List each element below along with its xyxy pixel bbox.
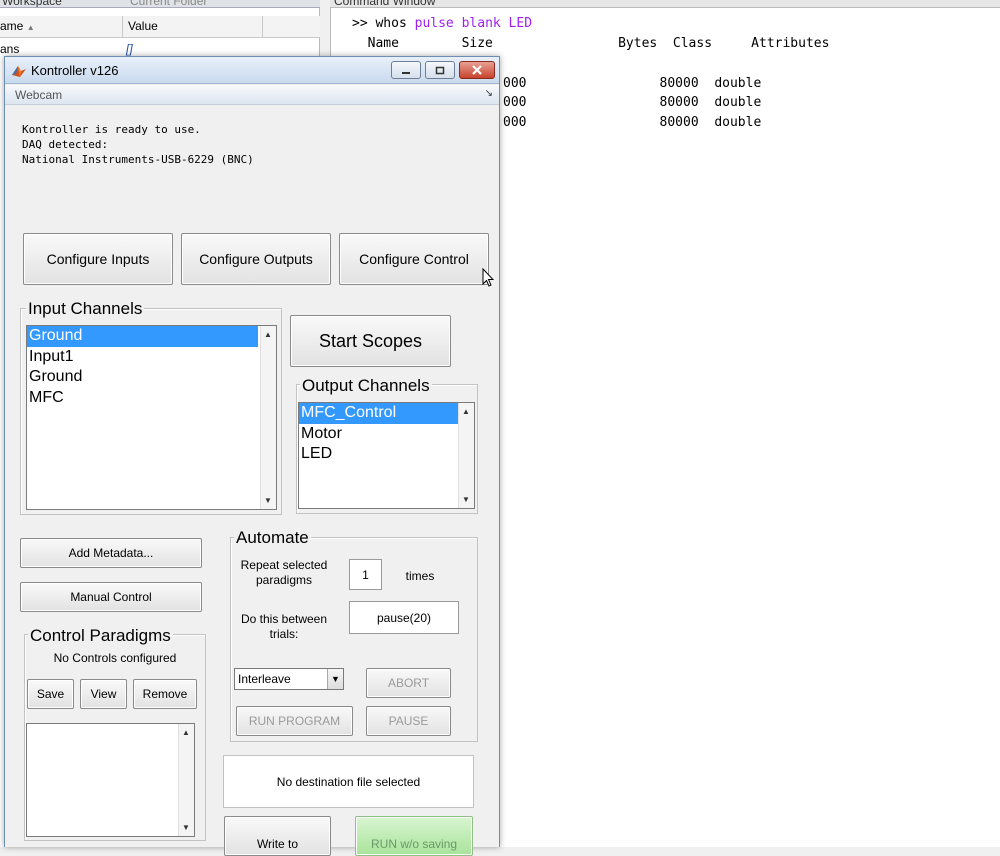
list-item[interactable]: Motor: [299, 424, 474, 445]
list-item[interactable]: LED: [299, 444, 474, 465]
automate-title: Automate: [234, 528, 311, 548]
chevron-down-icon[interactable]: ▼: [327, 669, 343, 689]
minimize-button[interactable]: [391, 61, 421, 79]
column-value-header[interactable]: Value: [128, 19, 158, 33]
list-item[interactable]: MFC_Control: [299, 403, 458, 424]
output-list-scrollbar[interactable]: ▲ ▼: [458, 403, 474, 508]
mouse-cursor-icon: [482, 268, 494, 287]
times-label: times: [405, 569, 435, 583]
matlab-logo-icon: [12, 66, 26, 77]
list-item[interactable]: MFC: [27, 388, 276, 409]
workspace-var-name[interactable]: ans: [0, 42, 19, 56]
restore-icon: [435, 66, 445, 75]
kontroller-titlebar[interactable]: Kontroller v126: [5, 57, 499, 84]
scroll-down-icon[interactable]: ▼: [182, 823, 190, 832]
close-button[interactable]: [459, 61, 495, 79]
workspace-header: ame ▲ Value: [0, 16, 320, 38]
paradigms-list-scrollbar[interactable]: ▲ ▼: [178, 724, 194, 836]
repeat-label: Repeat selected paradigms: [240, 558, 328, 587]
list-item[interactable]: Input1: [27, 347, 276, 368]
manual-control-button[interactable]: Manual Control: [20, 582, 202, 612]
save-button[interactable]: Save: [27, 679, 74, 709]
maximize-button[interactable]: [425, 61, 455, 79]
remove-button[interactable]: Remove: [133, 679, 197, 709]
menubar-chevron-icon[interactable]: ↘: [485, 88, 493, 99]
workspace-tabs: Workspace Current Folder: [0, 0, 320, 8]
run-mode-value: Interleave: [238, 672, 291, 686]
command-window-titlebar: Command Window: [330, 0, 1000, 8]
between-trials-label: Do this between trials:: [240, 612, 328, 641]
pause-button[interactable]: PAUSE: [366, 706, 451, 736]
whos-row: 000 80000 double: [503, 76, 762, 91]
minimize-icon: [402, 72, 410, 74]
command-prompt: >> whos: [352, 16, 407, 31]
abort-button[interactable]: ABORT: [366, 668, 451, 698]
close-icon: [472, 65, 482, 75]
scroll-up-icon[interactable]: ▲: [182, 728, 190, 737]
column-name-header[interactable]: ame ▲: [0, 19, 35, 33]
tab-workspace[interactable]: Workspace: [2, 0, 62, 7]
whos-row: 000 80000 double: [503, 115, 762, 130]
scroll-down-icon[interactable]: ▼: [264, 496, 272, 505]
add-metadata-button[interactable]: Add Metadata...: [20, 538, 202, 568]
input-channels-title: Input Channels: [26, 299, 145, 319]
sort-up-icon: ▲: [26, 23, 35, 32]
window-title: Kontroller v126: [31, 63, 119, 78]
run-mode-select[interactable]: Interleave ▼: [234, 668, 344, 690]
command-args: pulse blank LED: [414, 16, 533, 31]
menubar: Webcam ↘: [5, 85, 499, 105]
view-button[interactable]: View: [80, 679, 127, 709]
tab-current-folder[interactable]: Current Folder: [130, 0, 207, 7]
repeat-count-input[interactable]: 1: [349, 559, 382, 590]
command-window-title: Command Window: [334, 0, 436, 8]
output-channels-title: Output Channels: [300, 376, 432, 396]
command-line: >> whos pulse blank LED: [352, 16, 532, 31]
menu-webcam[interactable]: Webcam: [15, 88, 62, 102]
control-paradigms-title: Control Paradigms: [28, 626, 173, 646]
workspace-var-value: []: [126, 42, 133, 56]
scroll-down-icon[interactable]: ▼: [462, 495, 470, 504]
input-list-scrollbar[interactable]: ▲ ▼: [260, 326, 276, 509]
control-paradigms-list[interactable]: ▲ ▼: [26, 723, 195, 837]
destination-file-status: No destination file selected: [223, 755, 474, 808]
between-trials-input[interactable]: pause(20): [349, 601, 459, 634]
start-scopes-button[interactable]: Start Scopes: [290, 315, 451, 367]
output-channels-list[interactable]: MFC_Control Motor LED ▲ ▼: [298, 402, 475, 509]
run-without-saving-button[interactable]: RUN w/o saving: [355, 816, 473, 856]
run-program-button[interactable]: RUN PROGRAM: [236, 706, 353, 736]
scroll-up-icon[interactable]: ▲: [462, 407, 470, 416]
configure-inputs-button[interactable]: Configure Inputs: [23, 233, 173, 285]
whos-row: 000 80000 double: [503, 95, 762, 110]
configure-outputs-button[interactable]: Configure Outputs: [181, 233, 331, 285]
input-channels-list[interactable]: Ground Input1 Ground MFC ▲ ▼: [26, 325, 277, 510]
list-item[interactable]: Ground: [27, 367, 276, 388]
scroll-up-icon[interactable]: ▲: [264, 330, 272, 339]
whos-header: Name Size Bytes Class Attributes: [352, 36, 830, 51]
write-to-button[interactable]: Write to: [224, 816, 331, 856]
list-item[interactable]: Ground: [27, 326, 258, 347]
configure-control-button[interactable]: Configure Control: [339, 233, 489, 285]
status-text: Kontroller is ready to use. DAQ detected…: [22, 123, 254, 166]
control-paradigms-status: No Controls configured: [53, 651, 177, 665]
